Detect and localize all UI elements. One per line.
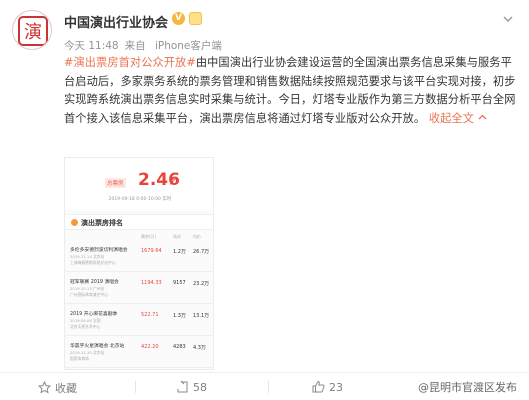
row-name: 多伦多安德烈波切利演唱会 (70, 248, 128, 253)
row-boxoffice: 422.20 (141, 344, 159, 350)
rank-row: 多伦多安德烈波切利演唱会 2019.11.14 北京站 上海梅赛德斯奔驰文化中心… (65, 240, 213, 272)
svg-text:演: 演 (24, 22, 42, 43)
divider (268, 381, 269, 393)
post-text: #演出票房首对公众开放#由中国演出行业协会建设运营的全国演出票务信息采集与服务平… (64, 54, 516, 128)
chevron-up-icon (478, 114, 487, 119)
rank-title: 演出票房排名 (81, 219, 123, 227)
repost-count: 58 (193, 381, 207, 394)
topic-link[interactable]: #演出票房首对公众开放# (64, 56, 196, 69)
like-button[interactable]: 23 (312, 380, 343, 394)
row-avg: 4.3万 (193, 345, 206, 351)
stat-unit: 亿 (169, 178, 176, 186)
row-shows: 1.2万 (173, 249, 186, 255)
row-name: 冠军联赛 2019 演唱会 (70, 280, 119, 285)
stat-subtitle: 2019-09-18 0:00-10:00 实时 (108, 197, 172, 202)
source-prefix: 来自 (124, 40, 146, 52)
thumbs-up-icon (312, 380, 325, 393)
verified-icon: V (172, 12, 185, 25)
member-badge-icon (189, 12, 202, 25)
post-image[interactable]: 总票房 2.46 亿 2019-09-18 0:00-10:00 实时 演出票房… (64, 157, 214, 370)
rank-row: 华晨宇火星演唱会 北京站 2019.11.30 北京站 国家体育场 422.20… (65, 336, 213, 368)
chevron-down-icon[interactable] (501, 12, 515, 26)
rank-header: 演出票房排名 (65, 214, 213, 230)
like-count: 23 (329, 381, 343, 394)
row-boxoffice: 522.71 (141, 312, 159, 318)
row-avg: 13.1万 (193, 313, 210, 319)
seal-logo-icon: 演 (18, 16, 48, 46)
row-name: 华晨宇火星演唱会 北京站 (70, 344, 125, 349)
author-avatar[interactable]: 演 (12, 10, 52, 50)
stat-label: 总票房 (105, 178, 126, 188)
repost-button[interactable]: 58 (176, 380, 207, 394)
row-venue: 广州国际体育演艺中心 (70, 292, 108, 297)
rank-row: 2019 开心麻花喜剧季 2019.09.06 全国 北京天桥艺术中心 522.… (65, 304, 213, 336)
post-source: iPhone客户端 (154, 40, 222, 52)
rank-dot-icon (71, 219, 78, 226)
row-venue: 上海梅赛德斯奔驰文化中心 (70, 260, 116, 265)
row-venue: 国家体育场 (70, 356, 89, 361)
weibo-post: 演 中国演出行业协会 V 今天 11:48 来自 iPhone客户端 #演出票房首… (0, 0, 529, 400)
favorite-button[interactable]: 收藏 (37, 380, 77, 396)
repost-icon (177, 380, 188, 393)
favorite-label: 收藏 (55, 382, 77, 395)
post-meta: 今天 11:48 来自 iPhone客户端 (64, 38, 228, 53)
row-shows: 9157 (173, 280, 186, 286)
post-time[interactable]: 今天 11:48 (64, 40, 119, 52)
collapse-link[interactable]: 收起全文 (429, 112, 487, 125)
rank-row: 冠军联赛 2019 演唱会 2019.10.13 广州站 广州国际体育演艺中心 … (65, 272, 213, 304)
row-avg: 23.2万 (193, 281, 210, 287)
row-shows: 4283 (173, 344, 186, 350)
row-venue: 北京天桥艺术中心 (70, 324, 101, 329)
row-boxoffice: 1194.33 (141, 280, 162, 286)
star-icon (37, 380, 52, 394)
row-boxoffice: 1679.64 (141, 248, 162, 254)
watermark: @昆明市官渡区发布 (418, 381, 517, 394)
row-avg: 26.7万 (193, 249, 210, 255)
row-name: 2019 开心麻花喜剧季 (70, 312, 118, 317)
stat-header: 总票房 2.46 亿 2019-09-18 0:00-10:00 实时 (65, 158, 213, 210)
author-name[interactable]: 中国演出行业协会 (64, 12, 168, 31)
row-shows: 1.3万 (173, 313, 186, 319)
divider (135, 381, 136, 393)
action-bar: 收藏 58 23 @昆明市官渡区发布 (0, 372, 529, 400)
